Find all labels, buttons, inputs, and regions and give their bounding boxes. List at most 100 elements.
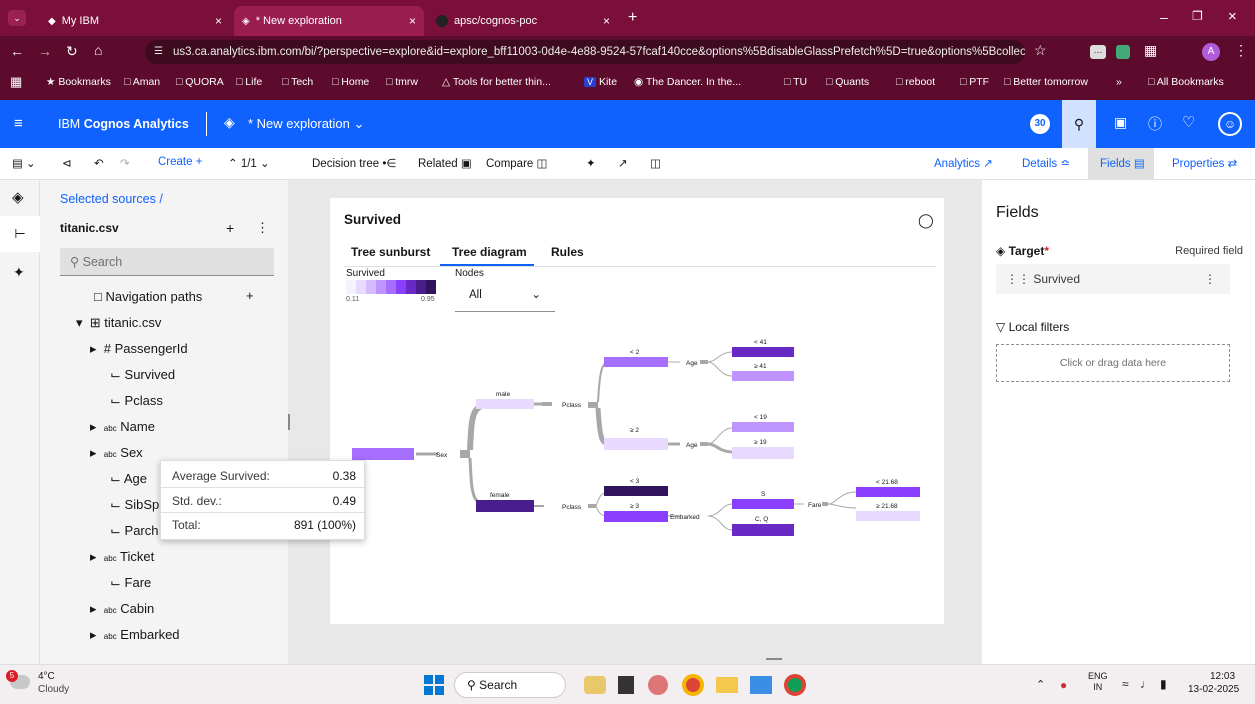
properties-button[interactable]: Properties ⇄: [1172, 156, 1237, 170]
extension-icon[interactable]: [1116, 45, 1130, 59]
language-indicator[interactable]: ENG IN: [1088, 671, 1108, 693]
bookmark-all[interactable]: □ All Bookmarks: [1148, 76, 1224, 88]
sources-icon[interactable]: ◈: [12, 188, 24, 206]
bookmark-aman[interactable]: □ Aman: [124, 76, 160, 88]
taskbar-app-icon[interactable]: [750, 676, 772, 694]
notifications-count-badge[interactable]: 30: [1030, 114, 1050, 134]
tab-github[interactable]: apsc/cognos-poc ×: [428, 6, 618, 36]
restore-icon[interactable]: ❐: [1192, 9, 1203, 23]
field-passengerid[interactable]: ▸ # PassengerId: [90, 341, 188, 357]
bookmark-tmrw[interactable]: □ tmrw: [386, 76, 418, 88]
nodes-dropdown[interactable]: All ⌄: [455, 282, 555, 312]
bookmark-tu[interactable]: □ TU: [784, 76, 807, 88]
details-button[interactable]: Details ≏: [1022, 156, 1070, 170]
field-embarked[interactable]: ▸ abc Embarked: [90, 627, 180, 643]
bookmark-star-icon[interactable]: ☆: [1034, 42, 1047, 59]
forward-icon[interactable]: →: [38, 43, 52, 59]
bookmark-better-tomorrow[interactable]: □ Better tomorrow: [1004, 76, 1088, 88]
bookmark-quora[interactable]: □ QUORA: [176, 76, 224, 88]
extension-icon[interactable]: ⋯: [1090, 45, 1106, 59]
search-input[interactable]: ⚲ Search: [60, 248, 274, 276]
pin-icon[interactable]: ✦: [586, 156, 596, 170]
extensions-puzzle-icon[interactable]: ▦: [1144, 42, 1157, 59]
share-icon[interactable]: ⊲: [62, 156, 72, 170]
field-sex[interactable]: ▸ abc Sex: [90, 445, 143, 461]
redo-icon[interactable]: ↷: [120, 156, 130, 170]
bookmark-quants[interactable]: □ Quants: [826, 76, 869, 88]
tree-table-titanic[interactable]: ▾ ⊞ titanic.csv: [76, 315, 161, 331]
bookmark-kite[interactable]: V Kite: [584, 76, 617, 88]
bookmark-reboot[interactable]: □ reboot: [896, 76, 935, 88]
file-explorer-icon[interactable]: [716, 677, 738, 693]
splitter-handle[interactable]: [288, 414, 290, 430]
new-tab-plus-icon[interactable]: +: [628, 9, 637, 27]
field-survived[interactable]: ⌙ Survived: [110, 367, 175, 383]
tree-navigation-paths[interactable]: □ Navigation paths: [94, 289, 202, 304]
clock-date[interactable]: 13-02-2025: [1188, 684, 1239, 695]
create-button[interactable]: Create +: [158, 156, 202, 168]
back-icon[interactable]: ←: [10, 43, 24, 59]
breadcrumb[interactable]: Selected sources /: [60, 192, 163, 206]
volume-icon[interactable]: ♩: [1140, 677, 1152, 691]
analytics-button[interactable]: Analytics ↗: [934, 156, 993, 170]
profile-avatar[interactable]: A: [1202, 43, 1220, 61]
clock-time[interactable]: 12:03: [1210, 671, 1235, 682]
field-ticket[interactable]: ▸ abc Ticket: [90, 549, 154, 565]
bookmark-home[interactable]: □ Home: [332, 76, 369, 88]
bookmarks-overflow-icon[interactable]: »: [1116, 76, 1122, 88]
minimize-icon[interactable]: –: [1160, 9, 1168, 25]
taskbar-app-icon[interactable]: [618, 676, 634, 694]
tray-app-icon[interactable]: ●: [1060, 678, 1067, 692]
related-button[interactable]: Related ▣: [418, 156, 472, 170]
page-selector[interactable]: ⌃ 1/1 ⌄: [228, 156, 270, 170]
bookmark-ptf[interactable]: □ PTF: [960, 76, 989, 88]
chrome-taskbar-icon[interactable]: [784, 674, 806, 696]
tab-my-ibm[interactable]: ◆ My IBM ×: [40, 6, 230, 36]
field-age[interactable]: ⌙ Age: [110, 471, 147, 487]
add-source-icon[interactable]: +: [226, 220, 234, 236]
user-avatar-icon[interactable]: ☺: [1218, 112, 1242, 136]
taskbar-app-icon[interactable]: [584, 676, 606, 694]
browser-menu-icon[interactable]: ⋮: [1234, 42, 1248, 59]
add-nav-path-icon[interactable]: +: [246, 288, 254, 303]
tab-new-exploration[interactable]: ◈ * New exploration ×: [234, 6, 424, 36]
bookmark-bookmarks[interactable]: ★ Bookmarks: [46, 76, 111, 88]
battery-icon[interactable]: ▮: [1160, 677, 1167, 691]
tab-search-icon[interactable]: ⌄: [8, 10, 26, 26]
overflow-menu-icon[interactable]: ⋮: [256, 220, 269, 236]
hamburger-menu-icon[interactable]: ≡: [14, 115, 23, 132]
fields-button[interactable]: Fields ▤: [1088, 148, 1154, 180]
pin-icon[interactable]: ✦: [13, 264, 25, 281]
show-hidden-icons[interactable]: ⌃: [1036, 678, 1045, 691]
tab-rules[interactable]: Rules: [551, 245, 584, 259]
close-icon[interactable]: ×: [215, 14, 222, 28]
home-icon[interactable]: ⌂: [94, 42, 102, 58]
bookmark-tech[interactable]: □ Tech: [282, 76, 313, 88]
field-cabin[interactable]: ▸ abc Cabin: [90, 601, 154, 617]
bookmark-tools[interactable]: △ Tools for better thin...: [442, 76, 551, 88]
bookmark-life[interactable]: □ Life: [236, 76, 262, 88]
wifi-icon[interactable]: ≈: [1122, 677, 1129, 691]
target-field-slot[interactable]: ⋮⋮ Survived ⋮: [996, 264, 1230, 294]
line-chart-icon[interactable]: ↗: [618, 156, 628, 170]
decision-tree-button[interactable]: Decision tree •∈: [312, 156, 396, 170]
field-name[interactable]: ▸ abc Name: [90, 419, 155, 435]
url-input[interactable]: ☰ us3.ca.analytics.ibm.com/bi/?perspecti…: [145, 40, 1025, 64]
windows-start-icon[interactable]: [424, 675, 444, 695]
canvas-resize-handle[interactable]: [766, 658, 782, 660]
bookmark-dancer[interactable]: ◉ The Dancer. In the...: [634, 76, 741, 88]
weather-temp[interactable]: 4°C: [38, 671, 55, 682]
overflow-menu-icon[interactable]: ⋮: [1204, 264, 1216, 294]
help-icon[interactable]: ⓘ: [1148, 114, 1162, 134]
undo-icon[interactable]: ↶: [94, 156, 104, 170]
lightbulb-icon[interactable]: ◯: [918, 212, 934, 229]
search-icon[interactable]: ⚲: [1062, 100, 1096, 148]
compare-button[interactable]: Compare ◫: [486, 156, 547, 170]
taskbar-search-input[interactable]: ⚲ Search: [454, 672, 566, 698]
delete-icon[interactable]: ◫: [650, 156, 661, 170]
chrome-taskbar-icon[interactable]: [682, 674, 704, 696]
save-icon[interactable]: ▤ ⌄: [12, 156, 36, 170]
field-pclass[interactable]: ⌙ Pclass: [110, 393, 163, 409]
data-tree-icon[interactable]: ⊢: [0, 216, 40, 252]
bell-icon[interactable]: ♡: [1182, 113, 1195, 131]
